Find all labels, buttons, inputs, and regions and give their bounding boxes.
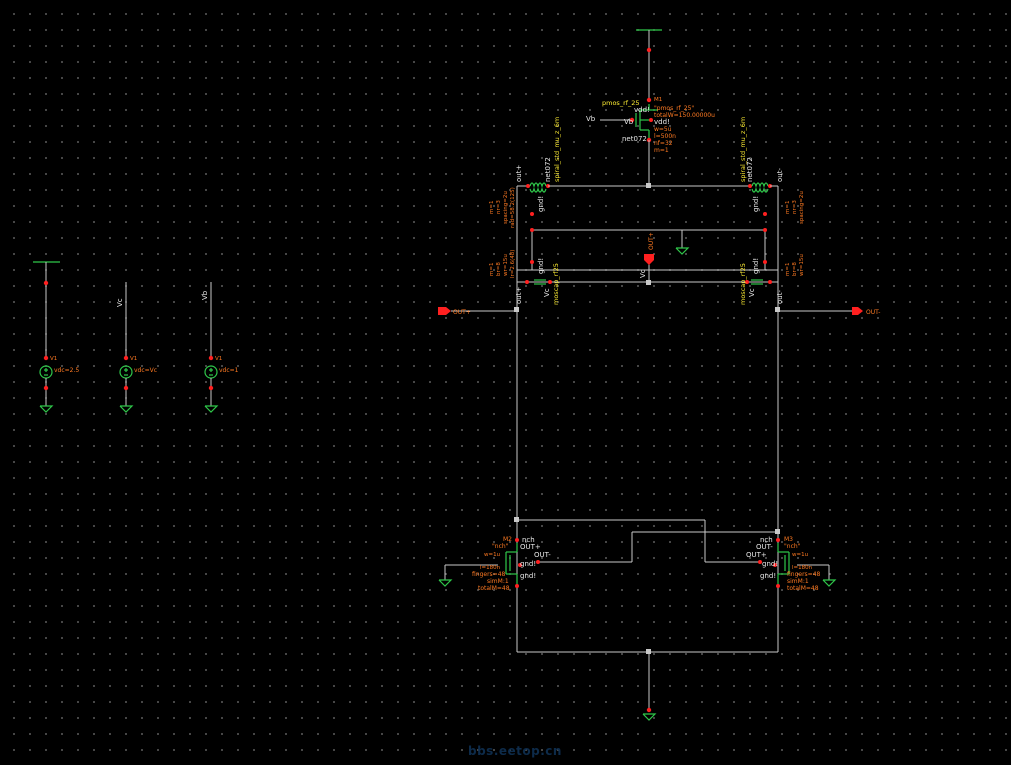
schematic-drawing[interactable]: V1 vdc=2.5 Vc V1 vdc=Vc Vb V1 vdc=1 Vb V…: [0, 0, 1011, 765]
svg-text:br=8: br=8: [792, 262, 798, 276]
inductor-model: spiral_std_mu_z_6m: [553, 117, 561, 182]
pin-label: OUT+: [453, 309, 471, 316]
gnd-label: gnd!: [752, 258, 760, 274]
watermark-text: bbs.eetop.cn: [468, 744, 562, 758]
varactor-right[interactable]: moscap_rf25 Vc out- gnd! gnd! m=1 nr=3 s…: [739, 191, 805, 305]
ground-icon: [642, 713, 657, 721]
instance-name: M1: [654, 97, 662, 103]
nmos-left-transistor[interactable]: M2 "nch" nch OUT+ OUT- gnd! gnd! fingers…: [438, 536, 551, 592]
supply-source[interactable]: V1 vdc=2.5: [33, 261, 79, 413]
gnd-label: gnd!: [537, 196, 545, 212]
ground-icon: [39, 405, 54, 413]
body-label: gnd!: [760, 572, 776, 580]
svg-text:br=8: br=8: [496, 262, 502, 276]
svg-text:m=1: m=1: [785, 201, 791, 214]
out-plus-pin[interactable]: OUT+: [438, 307, 517, 316]
out-minus-pin[interactable]: OUT-: [778, 307, 880, 316]
varactor-model: moscap_rf25: [552, 263, 560, 305]
vdd-label: vdd!: [634, 106, 650, 114]
ground-icon: [438, 579, 453, 587]
svg-text:w=1u: w=1u: [484, 552, 500, 558]
source-name: V1: [50, 356, 57, 362]
pin-label: OUT-: [866, 309, 880, 316]
svg-text:w=1u: w=1u: [792, 552, 808, 558]
drain-net-label: net072: [622, 135, 647, 143]
spiral-inductor-icon: [751, 182, 769, 188]
gate-label: OUT+: [746, 551, 767, 559]
varactor-net: Vc: [748, 288, 756, 297]
ground-icon: [119, 405, 134, 413]
gnd-label: gnd!: [752, 196, 760, 212]
ground-icon: [675, 247, 690, 255]
gate-label: OUT-: [534, 551, 551, 559]
spiral-inductor-icon: [529, 182, 547, 188]
inductor-net: net072: [746, 157, 754, 182]
vc-source[interactable]: Vc V1 vdc=Vc: [116, 282, 157, 413]
pmos-tail-transistor[interactable]: Vb Vb pmos_rf_25 M1 "pmos_rf_25" totalW=…: [586, 29, 715, 186]
net-label-vb: Vb: [201, 290, 209, 300]
param-fingers: fingers=48: [472, 571, 506, 578]
source-value: vdc=1: [219, 367, 239, 374]
gate-net-label: Vb: [624, 118, 634, 126]
svg-text:m=1: m=1: [785, 263, 791, 276]
gnd-label: gnd!: [537, 258, 545, 274]
param-l: l=500n: [654, 133, 676, 140]
vc-input-pin[interactable]: OUT+ Vc: [639, 232, 655, 278]
drain-label: OUT+: [520, 543, 541, 551]
svg-text:nr=3: nr=3: [496, 200, 502, 214]
source-value: vdc=Vc: [134, 367, 157, 374]
svg-text:spacing=2u: spacing=2u: [799, 191, 805, 224]
inductor-left[interactable]: spiral_std_mu_z_6m net072 out+: [515, 117, 649, 193]
inductor-out-label: out-: [776, 168, 784, 182]
gate-net-label: Vb: [586, 115, 596, 123]
param-nf: nf=32: [654, 140, 673, 147]
inductor-out-label: out+: [515, 165, 523, 182]
varactor-model: moscap_rf25: [739, 263, 747, 305]
svg-text:m=1: m=1: [489, 201, 495, 214]
nmos-right-transistor[interactable]: M3 "nch" nch OUT- OUT+ gnd! gnd! fingers…: [746, 536, 837, 592]
drain-label: OUT-: [756, 543, 773, 551]
svg-text:l=180n: l=180n: [792, 565, 813, 571]
svg-text:rad=58.2(125): rad=58.2(125): [510, 187, 516, 228]
instance-name: M2: [503, 536, 512, 543]
model-quoted: "nch": [784, 543, 801, 550]
svg-text:nr=3: nr=3: [792, 200, 798, 214]
net-label-vc: Vc: [116, 298, 124, 307]
body-label: gnd!: [520, 572, 536, 580]
svg-text:wr=15u: wr=15u: [503, 254, 509, 276]
varactor-left[interactable]: moscap_rf25 Vc out+ gnd! gnd! m=1 nr=3 s…: [489, 187, 560, 305]
instance-name: M3: [784, 536, 793, 543]
source-name: V1: [130, 356, 137, 362]
varactor-out: out+: [515, 287, 523, 304]
param-fingers: fingers=48: [787, 571, 821, 578]
param-totalm: totalM=48: [478, 585, 510, 592]
varactor-net: Vc: [543, 288, 551, 297]
param-simm: simM:1: [787, 578, 809, 585]
ground-icon: [204, 405, 219, 413]
svg-text:l=180n: l=180n: [480, 565, 501, 571]
svg-text:m=1: m=1: [489, 263, 495, 276]
inductor-net: net072: [544, 157, 552, 182]
ground-icon: [822, 579, 837, 587]
body-label: gnd!: [762, 560, 778, 568]
model-quoted: "pmos_rf_25": [654, 105, 694, 112]
svg-text:wr=15u: wr=15u: [799, 254, 805, 276]
body-label: gnd!: [520, 560, 536, 568]
model-quoted: "nch": [492, 543, 509, 550]
vb-source[interactable]: Vb V1 vdc=1: [201, 282, 239, 413]
param-simm: simM:1: [487, 578, 509, 585]
param-m: m=1: [654, 147, 669, 154]
svg-text:lr=2.6(48): lr=2.6(48): [510, 250, 516, 278]
param-totalm: totalM=48: [787, 585, 819, 592]
source-value: vdc=2.5: [54, 367, 79, 374]
pin-label: Vc: [639, 269, 647, 278]
vdd-label: vdd!: [654, 118, 670, 126]
source-name: V1: [215, 356, 222, 362]
param-w: w=5u: [654, 126, 672, 133]
svg-text:spacing=2u: spacing=2u: [503, 191, 509, 224]
varactor-out: out-: [776, 290, 784, 304]
pin-label: OUT+: [648, 232, 655, 250]
